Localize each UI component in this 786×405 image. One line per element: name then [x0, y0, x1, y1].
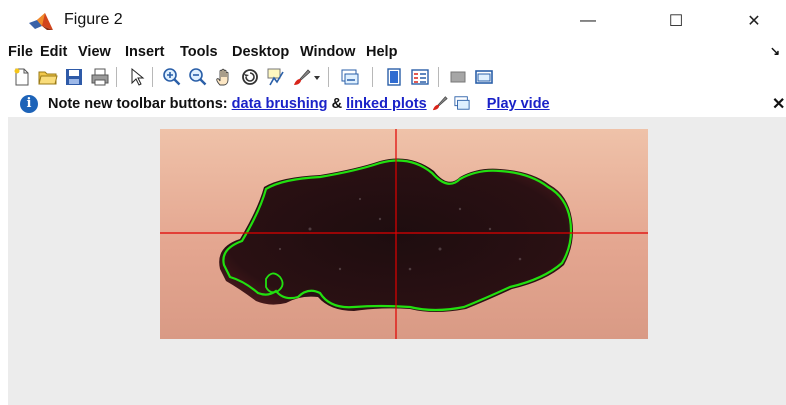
pan-hand-icon[interactable] [214, 67, 234, 87]
link-plot-icon[interactable] [340, 67, 360, 87]
toolbar-separator [438, 67, 439, 87]
edit-pointer-icon[interactable] [126, 67, 146, 87]
title-bar: Figure 2 — ☐ ✕ [8, 0, 786, 40]
new-figure-icon[interactable] [12, 67, 32, 87]
insert-legend-icon[interactable] [410, 67, 430, 87]
maximize-button[interactable]: ☐ [656, 6, 696, 36]
zoom-in-icon[interactable] [162, 67, 182, 87]
save-icon[interactable] [64, 67, 84, 87]
matlab-logo-icon [29, 13, 53, 30]
play-video-link[interactable]: Play vide [487, 96, 550, 112]
close-note-icon[interactable]: ✕ [772, 94, 785, 114]
print-icon[interactable] [90, 67, 110, 87]
menu-help[interactable]: Help [366, 44, 397, 60]
open-file-icon[interactable] [38, 67, 58, 87]
menu-window[interactable]: Window [300, 44, 355, 60]
link-plot-icon [454, 96, 470, 110]
figure-toolbar [8, 64, 786, 90]
menu-file[interactable]: File [8, 44, 33, 60]
toolbar-separator [328, 67, 329, 87]
menu-desktop[interactable]: Desktop [232, 44, 289, 60]
window-title: Figure 2 [64, 11, 123, 28]
menu-view[interactable]: View [78, 44, 111, 60]
brush-dropdown-icon[interactable] [312, 67, 322, 87]
menu-bar: File Edit View Insert Tools Desktop Wind… [8, 40, 786, 64]
info-icon: i [20, 95, 38, 113]
menu-tools[interactable]: Tools [180, 44, 218, 60]
brush-icon [432, 96, 448, 111]
menu-insert[interactable]: Insert [125, 44, 165, 60]
note-text: Note new toolbar buttons: data brushing … [48, 95, 550, 112]
toolbar-separator [372, 67, 373, 87]
note-prefix: Note new toolbar buttons: [48, 96, 228, 112]
menu-overflow-icon[interactable]: ↘ [770, 44, 780, 58]
show-plot-tools-icon[interactable] [474, 67, 494, 87]
menu-edit[interactable]: Edit [40, 44, 67, 60]
lesion-image[interactable] [160, 129, 648, 339]
close-button[interactable]: ✕ [734, 6, 774, 36]
minimize-button[interactable]: — [568, 6, 608, 36]
toolbar-note-bar: i Note new toolbar buttons: data brushin… [8, 92, 786, 116]
toolbar-separator [116, 67, 117, 87]
data-cursor-icon[interactable] [266, 67, 286, 87]
figure-window: Figure 2 — ☐ ✕ File Edit View Insert Too… [8, 0, 786, 405]
zoom-out-icon[interactable] [188, 67, 208, 87]
figure-canvas [8, 117, 786, 405]
hide-plot-tools-icon[interactable] [448, 67, 468, 87]
rotate-3d-icon[interactable] [240, 67, 260, 87]
toolbar-separator [152, 67, 153, 87]
brush-icon[interactable] [292, 67, 312, 87]
note-ampersand: & [331, 96, 343, 112]
insert-colorbar-icon[interactable] [384, 67, 404, 87]
linked-plots-link[interactable]: linked plots [346, 96, 427, 112]
data-brushing-link[interactable]: data brushing [232, 96, 328, 112]
